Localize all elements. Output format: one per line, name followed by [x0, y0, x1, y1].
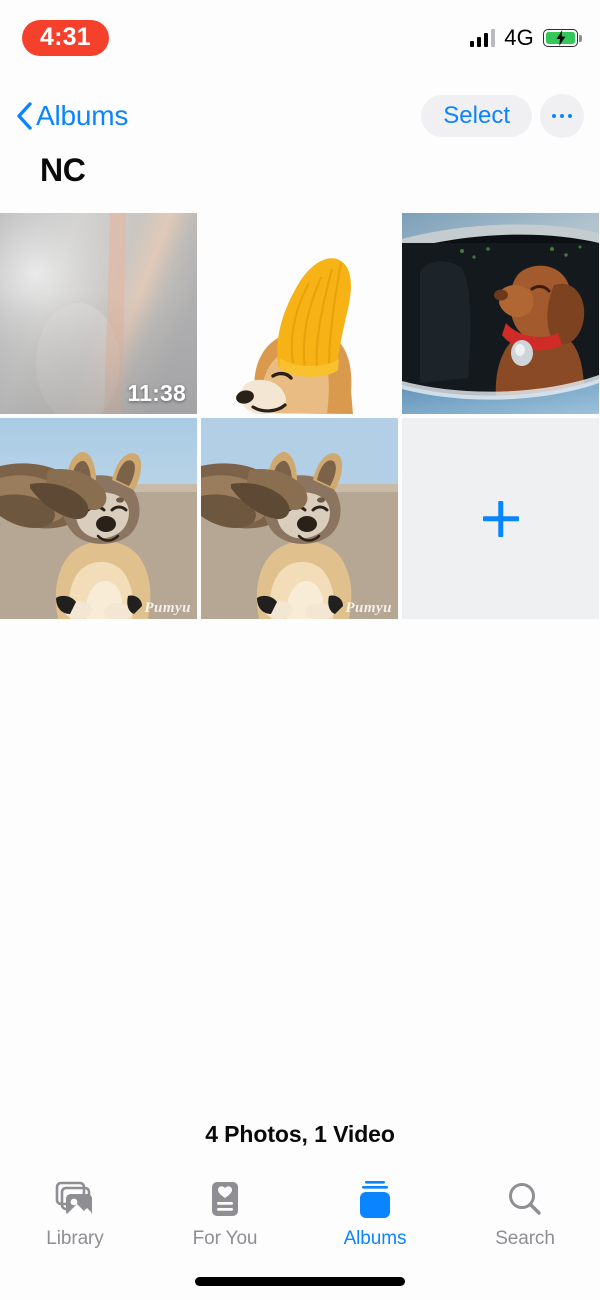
grid-tile-video[interactable]: 11:38: [0, 213, 197, 414]
car-dog-photo: [402, 213, 599, 414]
battery-icon: [543, 29, 582, 47]
tab-albums[interactable]: Albums: [300, 1178, 450, 1250]
tab-search[interactable]: Search: [450, 1178, 600, 1250]
cellular-signal-icon: [469, 29, 496, 47]
album-item-count: 4 Photos, 1 Video: [205, 1121, 395, 1147]
status-indicators: 4G: [469, 25, 582, 51]
ellipsis-dot-icon: [559, 113, 565, 119]
album-title: NC: [40, 152, 86, 188]
tab-library[interactable]: Library: [0, 1178, 150, 1250]
status-bar: 4:31 4G: [0, 0, 600, 76]
plus-icon: [483, 501, 519, 537]
select-button[interactable]: Select: [421, 95, 532, 137]
grid-tile-photo-beach-shiba[interactable]: Pumyu: [0, 418, 197, 619]
beach-shiba-photo-duplicate: [201, 418, 398, 619]
more-options-button[interactable]: [540, 94, 584, 138]
tab-for-you[interactable]: For You: [150, 1178, 300, 1250]
tab-bar: Library For You Albums Search: [0, 1170, 600, 1262]
tab-search-label: Search: [495, 1228, 555, 1249]
grid-tile-photo-beach-shiba-duplicate[interactable]: Pumyu: [201, 418, 398, 619]
tab-library-label: Library: [46, 1228, 104, 1249]
grid-tile-photo-car-dog[interactable]: [402, 213, 599, 414]
photo-watermark: Pumyu: [144, 600, 191, 616]
tab-for-you-label: For You: [192, 1228, 258, 1249]
network-type-label: 4G: [504, 25, 534, 50]
chevron-left-icon: [17, 102, 32, 130]
ellipsis-dot-icon: [551, 113, 557, 119]
add-photos-tile[interactable]: [402, 418, 599, 619]
charging-bolt-icon: [556, 30, 565, 46]
nav-actions: Select: [421, 94, 584, 138]
tab-albums-label: Albums: [343, 1228, 407, 1249]
search-icon: [503, 1178, 547, 1222]
back-button-label: Albums: [36, 100, 129, 131]
photo-watermark: Pumyu: [345, 600, 392, 616]
photo-stack-icon: [53, 1178, 97, 1222]
beanie-shiba-photo: [201, 213, 398, 414]
beach-shiba-photo: [0, 418, 197, 619]
ellipsis-dot-icon: [567, 113, 573, 119]
video-duration-badge: 11:38: [127, 380, 186, 406]
home-indicator: [195, 1277, 405, 1286]
memories-card-icon: [203, 1178, 247, 1222]
grid-tile-photo-beanie-shiba[interactable]: [201, 213, 398, 414]
photo-grid: 11:38 Pumyu Pumyu: [0, 213, 600, 619]
back-to-albums-button[interactable]: Albums: [16, 100, 128, 132]
navigation-bar: Albums Select: [0, 88, 600, 144]
albums-stack-icon: [353, 1178, 397, 1222]
status-time-pill: 4:31: [22, 20, 109, 56]
